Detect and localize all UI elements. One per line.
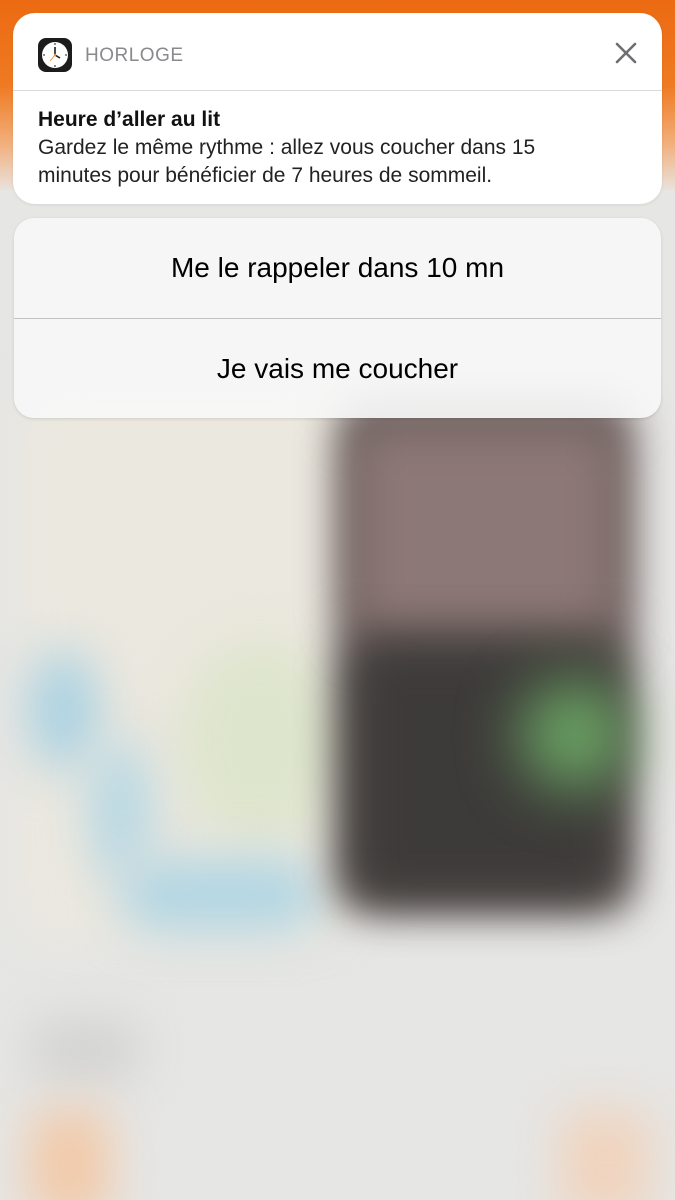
background-bottom-blur — [560, 1110, 650, 1200]
snooze-button[interactable]: Me le rappeler dans 10 mn — [14, 218, 661, 318]
notification-message-line: Gardez le même rythme : allez vous couch… — [38, 136, 536, 159]
notification-header: HORLOGE — [13, 13, 662, 91]
background-bottom-blur — [30, 1020, 140, 1080]
notification-body: Heure d’aller au lit Gardez le même ryth… — [13, 91, 662, 190]
background-photo-blur — [350, 420, 620, 640]
notification-card[interactable]: HORLOGE Heure d’aller au lit Gardez le m… — [13, 13, 662, 204]
background-river-blur — [120, 860, 320, 930]
notification-message-line: minutes pour bénéficier de 7 heures de s… — [38, 164, 493, 187]
notification-message: Gardez le même rythme : allez vous couch… — [38, 134, 637, 190]
background-bottom-blur — [30, 1110, 110, 1200]
background-green-blur — [520, 680, 630, 790]
close-icon[interactable] — [610, 37, 642, 69]
background-river-blur — [28, 650, 98, 770]
background-river-blur — [90, 740, 150, 880]
clock-icon — [38, 38, 72, 72]
background-map-park-blur — [180, 640, 340, 840]
go-to-bed-button[interactable]: Je vais me coucher — [14, 319, 661, 418]
notification-title: Heure d’aller au lit — [38, 108, 221, 131]
app-name: HORLOGE — [85, 45, 184, 66]
notification-actions: Me le rappeler dans 10 mn Je vais me cou… — [14, 218, 661, 418]
